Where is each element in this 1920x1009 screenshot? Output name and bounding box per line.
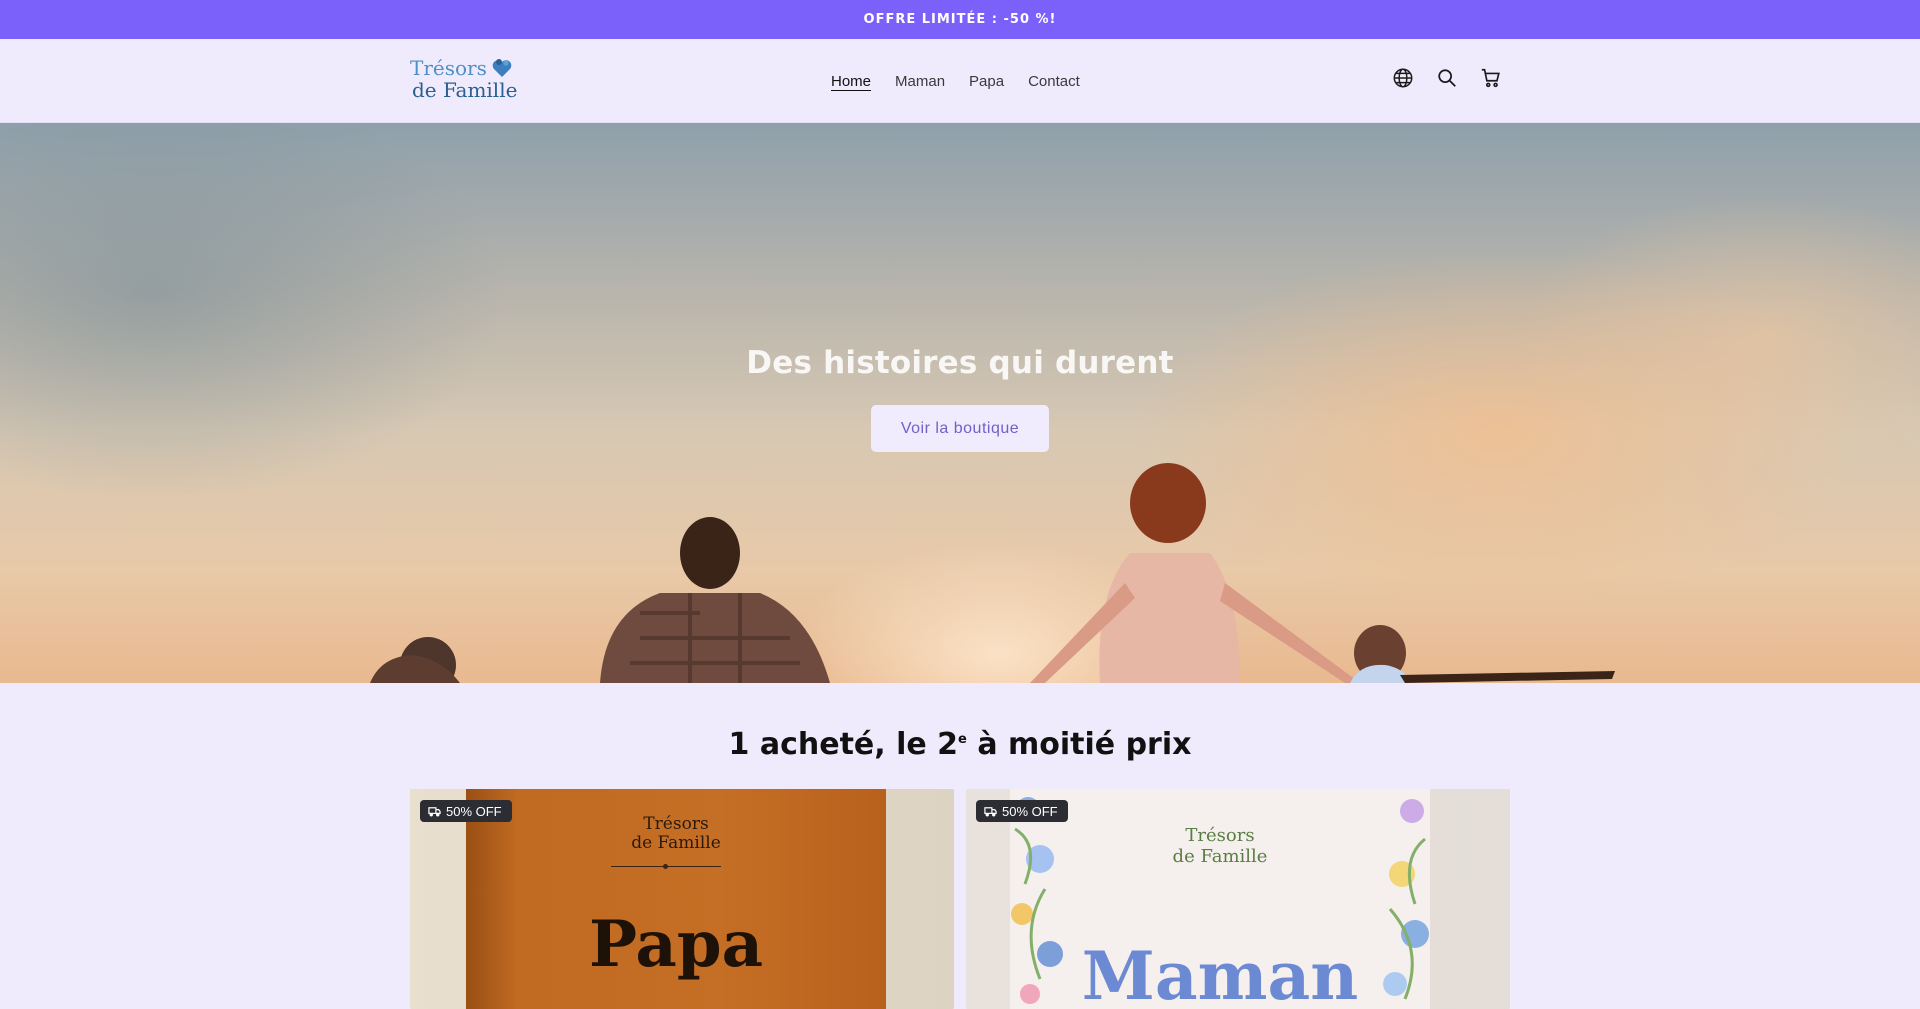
hero-family-silhouettes [370, 463, 1615, 683]
book-brand-line2: de Famille [1172, 846, 1268, 867]
announcement-bar: OFFRE LIMITÉE : -50 %! [0, 0, 1920, 39]
nav-papa[interactable]: Papa [969, 73, 1004, 90]
book-title: Maman [1081, 937, 1359, 1009]
logo-line2: de Famille [412, 78, 518, 102]
logo-line1: Trésors [410, 56, 487, 80]
product-card-maman[interactable]: 50% OFF Trésors de Famille Maman [966, 789, 1510, 1009]
site-header: Trésors de Famille Home Maman Papa Conta… [0, 39, 1920, 123]
cart-icon[interactable] [1478, 65, 1504, 91]
truck-icon [984, 806, 997, 816]
book-cover-papa: Trésors de Famille Papa [466, 789, 886, 1009]
nav-maman[interactable]: Maman [895, 73, 945, 90]
logo[interactable]: Trésors de Famille [410, 57, 520, 105]
product-card-papa[interactable]: 50% OFF Trésors de Famille Papa [410, 789, 954, 1009]
book-brand-line2: de Famille [631, 833, 721, 853]
family-heart-icon [492, 59, 512, 77]
nav-home[interactable]: Home [831, 73, 871, 90]
badge-label: 50% OFF [446, 803, 502, 819]
divider [611, 864, 721, 869]
shop-button[interactable]: Voir la boutique [871, 405, 1049, 452]
promo-title: 1 acheté, le 2e à moitié prix [728, 727, 1192, 762]
book-brand-line1: Trésors [643, 814, 709, 834]
product-grid: 50% OFF Trésors de Famille Papa 50% OFF [410, 789, 1510, 1009]
main-nav: Home Maman Papa Contact [831, 39, 1080, 123]
truck-icon [428, 806, 441, 816]
discount-badge: 50% OFF [976, 800, 1068, 822]
header-icons [1390, 65, 1504, 91]
nav-contact[interactable]: Contact [1028, 73, 1080, 90]
announcement-text: OFFRE LIMITÉE : -50 %! [863, 12, 1057, 27]
book-brand-line1: Trésors [1185, 825, 1255, 846]
book-cover-maman: Trésors de Famille Maman [1010, 789, 1430, 1009]
book-title: Papa [588, 907, 764, 982]
hero-title: Des histoires qui durent [746, 345, 1174, 381]
globe-icon[interactable] [1390, 65, 1416, 91]
hero-banner: Des histoires qui durent Voir la boutiqu… [0, 123, 1920, 683]
discount-badge: 50% OFF [420, 800, 512, 822]
search-icon[interactable] [1434, 65, 1460, 91]
badge-label: 50% OFF [1002, 803, 1058, 819]
